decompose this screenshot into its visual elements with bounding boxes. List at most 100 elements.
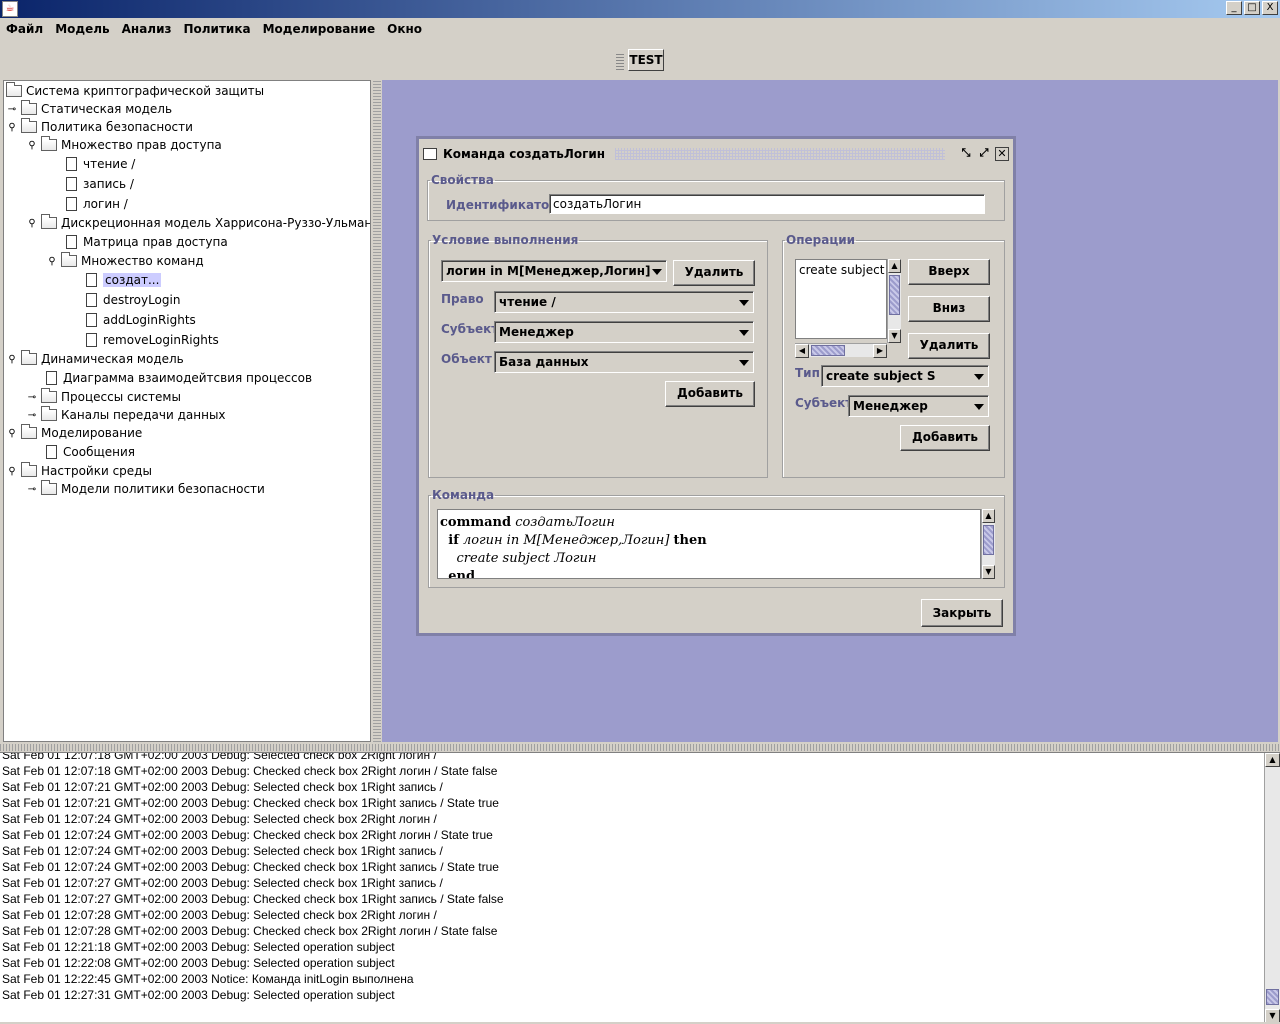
subject-combo[interactable]: Менеджер — [494, 321, 754, 343]
toolbar-grip[interactable] — [616, 52, 624, 70]
expand-handle-icon[interactable]: ⚲ — [46, 256, 58, 267]
log-line: Sat Feb 01 12:22:45 GMT+02:00 2003 Notic… — [2, 972, 414, 986]
operations-list[interactable]: create subject Л — [795, 259, 887, 339]
document-icon — [86, 333, 97, 347]
operation-delete-button[interactable]: Удалить — [908, 333, 990, 359]
tree-folder[interactable]: ⚲ Динамическая модель — [6, 350, 184, 368]
tree-folder[interactable]: ⊸ Статическая модель — [6, 100, 172, 118]
vertical-splitter[interactable] — [373, 80, 381, 742]
log-line: Sat Feb 01 12:07:28 GMT+02:00 2003 Debug… — [2, 908, 437, 922]
expand-handle-icon[interactable]: ⊸ — [26, 484, 38, 495]
tree-label: Динамическая модель — [41, 352, 184, 366]
tree-folder[interactable]: ⊸ Процессы системы — [26, 388, 181, 406]
scroll-left-icon[interactable]: ◀ — [795, 344, 809, 358]
list-item[interactable]: create subject Л — [799, 263, 886, 277]
tree-label: removeLoginRights — [103, 333, 219, 347]
tree-item[interactable]: addLoginRights — [86, 311, 196, 329]
object-combo[interactable]: База данных — [494, 351, 754, 373]
tree-item[interactable]: Матрица прав доступа — [66, 233, 228, 251]
scroll-up-icon[interactable]: ▲ — [888, 259, 901, 273]
operations-vscroll[interactable]: ▲ ▼ — [887, 259, 901, 343]
tree-folder[interactable]: ⚲ Множество прав доступа — [26, 136, 222, 154]
tree-item[interactable]: Диаграмма взаимодейтсвия процессов — [46, 369, 312, 387]
scroll-down-icon[interactable]: ▼ — [888, 329, 901, 343]
maximize-icon[interactable]: ⤢ — [977, 147, 991, 161]
tree-folder[interactable]: ⊸ Каналы передачи данных — [26, 406, 226, 424]
scroll-down-icon[interactable]: ▼ — [1265, 1009, 1280, 1022]
menu-analysis[interactable]: Анализ — [122, 22, 172, 36]
tree-folder[interactable]: ⚲ Моделирование — [6, 424, 142, 442]
tree-label: Система криптографической защиты — [26, 84, 265, 98]
horizontal-splitter[interactable] — [0, 744, 1280, 751]
expand-handle-icon[interactable]: ⚲ — [6, 354, 18, 365]
code-vscroll[interactable]: ▲ ▼ — [981, 509, 995, 579]
expand-handle-icon[interactable]: ⚲ — [6, 428, 18, 439]
menu-simulation[interactable]: Моделирование — [263, 22, 376, 36]
scroll-right-icon[interactable]: ▶ — [873, 344, 887, 358]
folder-icon — [21, 118, 37, 133]
expand-handle-icon[interactable]: ⚲ — [26, 140, 38, 151]
folder-icon — [41, 136, 57, 151]
scroll-up-icon[interactable]: ▲ — [1265, 753, 1280, 767]
minimize-button[interactable]: _ — [1226, 1, 1242, 15]
document-icon — [46, 445, 57, 459]
tree-label: запись / — [83, 177, 134, 191]
type-combo[interactable]: create subject S — [821, 365, 989, 387]
command-code-view[interactable]: command создатьЛогин if логин in M[Менед… — [437, 509, 981, 579]
close-dialog-button[interactable]: Закрыть — [921, 599, 1003, 627]
log-vscroll[interactable]: ▲ ▼ — [1264, 753, 1280, 1022]
condition-add-button[interactable]: Добавить — [665, 381, 755, 407]
condition-delete-button[interactable]: Удалить — [673, 260, 755, 286]
close-icon[interactable]: ✕ — [995, 147, 1009, 161]
move-up-button[interactable]: Вверх — [908, 259, 990, 285]
document-icon — [46, 371, 57, 385]
dialog-title-bar[interactable]: Команда создатьЛогин ⤡ ⤢ ✕ — [423, 143, 1009, 165]
menu-file[interactable]: Файл — [6, 22, 43, 36]
tree-item[interactable]: создат... — [86, 271, 162, 289]
tree-item[interactable]: Сообщения — [46, 443, 135, 461]
close-window-button[interactable]: X — [1262, 1, 1278, 15]
ops-subject-combo[interactable]: Менеджер — [848, 395, 989, 417]
tree-folder[interactable]: ⚲ Настройки среды — [6, 462, 152, 480]
condition-combo[interactable]: логин in M[Менеджер,Логин] — [441, 260, 667, 282]
log-panel[interactable]: Sat Feb 01 12:07:18 GMT+02:00 2003 Debug… — [0, 752, 1280, 1022]
tree-label: Модели политики безопасности — [61, 482, 265, 496]
tree-item[interactable]: запись / — [66, 175, 134, 193]
document-icon — [86, 293, 97, 307]
operation-add-button[interactable]: Добавить — [900, 425, 990, 451]
operations-hscroll[interactable]: ◀ ▶ — [795, 343, 887, 358]
menu-model[interactable]: Модель — [55, 22, 109, 36]
tree-item[interactable]: логин / — [66, 195, 128, 213]
tree-item[interactable]: destroyLogin — [86, 291, 180, 309]
tree-folder[interactable]: ⚲ Множество команд — [46, 252, 204, 270]
right-combo[interactable]: чтение / — [494, 291, 754, 313]
expand-handle-icon[interactable]: ⊸ — [6, 104, 18, 115]
scroll-up-icon[interactable]: ▲ — [982, 509, 995, 523]
expand-handle-icon[interactable]: ⊸ — [26, 410, 38, 421]
tree-label: логин / — [83, 197, 128, 211]
tree-folder[interactable]: ⚲ Политика безопасности — [6, 118, 193, 136]
test-button[interactable]: TEST — [628, 49, 664, 71]
tree-item[interactable]: removeLoginRights — [86, 331, 219, 349]
move-down-button[interactable]: Вниз — [908, 296, 990, 322]
menu-window[interactable]: Окно — [387, 22, 422, 36]
maximize-button[interactable]: □ — [1244, 1, 1260, 15]
expand-handle-icon[interactable]: ⚲ — [6, 122, 18, 133]
window-icon — [423, 148, 437, 160]
model-tree[interactable]: Система криптографической защиты ⊸ Статиче… — [3, 80, 371, 742]
iconify-icon[interactable]: ⤡ — [959, 147, 973, 161]
tree-folder[interactable]: ⊸ Модели политики безопасности — [26, 480, 265, 498]
ops-subject-label: Субъект — [795, 396, 853, 410]
document-icon — [66, 157, 77, 171]
scroll-down-icon[interactable]: ▼ — [982, 565, 995, 579]
dialog-title: Команда создатьЛогин — [443, 147, 606, 161]
menu-policy[interactable]: Политика — [183, 22, 250, 36]
tree-item[interactable]: чтение / — [66, 155, 135, 173]
expand-handle-icon[interactable]: ⚲ — [6, 466, 18, 477]
expand-handle-icon[interactable]: ⊸ — [26, 392, 38, 403]
tree-folder[interactable]: Система криптографической защиты — [6, 82, 264, 100]
expand-handle-icon[interactable]: ⚲ — [26, 218, 38, 229]
chevron-down-icon — [739, 360, 749, 366]
tree-folder[interactable]: ⚲ Дискреционная модель Харрисона-Руззо-Ул… — [26, 214, 370, 232]
identifier-field[interactable]: создатьЛогин — [549, 194, 985, 214]
